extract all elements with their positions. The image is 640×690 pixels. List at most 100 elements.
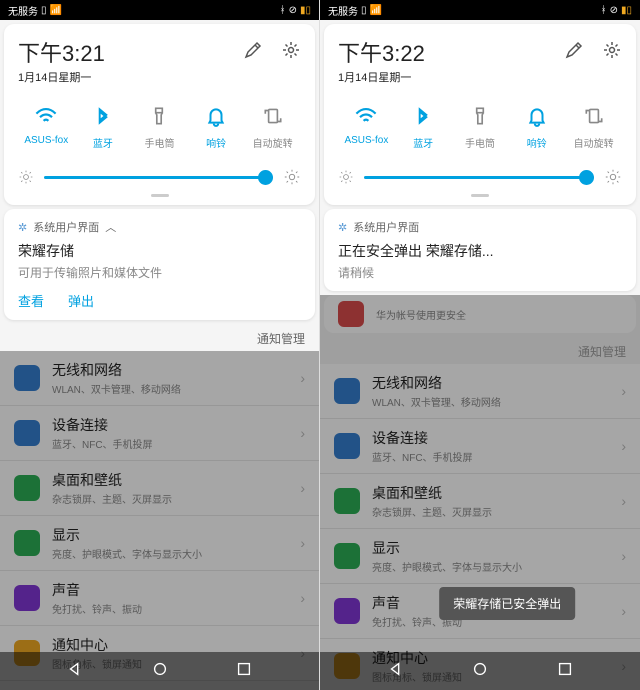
nav-home[interactable] — [471, 660, 489, 683]
notif-action-view[interactable]: 查看 — [18, 291, 44, 310]
settings-row-icon — [334, 378, 360, 404]
settings-row[interactable]: 桌面和壁纸 杂志锁屏、主题、灭屏显示 › — [320, 474, 640, 529]
nav-home[interactable] — [151, 660, 169, 683]
brightness-track[interactable] — [44, 176, 273, 179]
chevron-right-icon: › — [300, 480, 305, 496]
settings-row-title: 无线和网络 — [52, 360, 300, 380]
notif-app-name: 系统用户界面 — [33, 219, 99, 235]
toggle-flashlight[interactable]: 手电筒 — [131, 103, 188, 150]
notification-drawer: 下午3:21 1月14日星期一 ASUS-fox 蓝牙 手电筒 响铃 自动旋转 — [4, 24, 315, 205]
chevron-right-icon: › — [300, 590, 305, 606]
settings-icon[interactable] — [281, 40, 301, 65]
notif-app-name: 系统用户界面 — [353, 219, 419, 235]
edit-icon[interactable] — [243, 40, 263, 65]
brightness-thumb[interactable] — [579, 170, 594, 185]
status-service: 无服务 — [328, 3, 358, 18]
notification-card[interactable]: ✲ 系统用户界面 正在安全弹出 荣耀存储... 请稍候 — [324, 209, 636, 291]
toggle-flashlight[interactable]: 手电筒 — [452, 103, 509, 150]
notification-manager-link[interactable]: 通知管理 — [320, 337, 640, 364]
edit-icon[interactable] — [564, 40, 584, 65]
toggle-ring[interactable]: 响铃 — [188, 103, 245, 150]
toggle-wifi[interactable]: ASUS-fox — [338, 103, 395, 150]
notif-app-icon: ✲ — [338, 221, 347, 234]
settings-row-icon — [334, 598, 360, 624]
notification-card[interactable]: ✲ 系统用户界面 ︿ 荣耀存储 可用于传输照片和媒体文件 查看 弹出 — [4, 209, 315, 320]
clock-time: 下午3:21 — [18, 36, 105, 68]
brightness-high-icon — [283, 168, 301, 186]
navigation-bar — [320, 652, 640, 690]
chevron-right-icon: › — [300, 370, 305, 386]
settings-row[interactable]: 设备连接 蓝牙、NFC、手机投屏 › — [0, 406, 319, 461]
collapse-icon[interactable]: ︿ — [105, 219, 116, 235]
settings-row[interactable]: 桌面和壁纸 杂志锁屏、主题、灭屏显示 › — [0, 461, 319, 516]
settings-row-title: 声音 — [52, 580, 300, 600]
settings-row-title: 显示 — [52, 525, 300, 545]
notif-title: 正在安全弹出 荣耀存储... — [338, 241, 622, 261]
navigation-bar — [0, 652, 319, 690]
notif-action-eject[interactable]: 弹出 — [68, 291, 94, 310]
nav-back[interactable] — [66, 660, 84, 683]
notif-app-icon: ✲ — [18, 221, 27, 234]
clock-date: 1月14日星期一 — [18, 69, 105, 85]
toggle-rotate[interactable]: 自动旋转 — [565, 103, 622, 150]
settings-row[interactable]: 声音 免打扰、铃声、振动 › — [0, 571, 319, 626]
settings-row-title: 设备连接 — [372, 428, 621, 448]
toggle-bluetooth[interactable]: 蓝牙 — [75, 103, 132, 150]
notif-body: 请稍候 — [338, 264, 622, 281]
brightness-track[interactable] — [364, 176, 594, 179]
settings-row-sub: 亮度、护眼模式、字体与显示大小 — [372, 559, 621, 574]
settings-row-sub: WLAN、双卡管理、移动网络 — [372, 394, 621, 409]
settings-row-title: 无线和网络 — [372, 373, 621, 393]
nav-recent[interactable] — [235, 660, 253, 683]
settings-row-icon — [334, 543, 360, 569]
status-bar: 无服务▯📶 ᚼ⊘▮▯ — [0, 0, 319, 20]
settings-row-title: 桌面和壁纸 — [52, 470, 300, 490]
chevron-right-icon: › — [621, 438, 626, 454]
brightness-slider[interactable] — [18, 168, 301, 186]
chevron-right-icon: › — [621, 603, 626, 619]
notif-body: 可用于传输照片和媒体文件 — [18, 264, 301, 281]
toggle-wifi[interactable]: ASUS-fox — [18, 103, 75, 150]
brightness-slider[interactable] — [338, 168, 622, 186]
bt-status-icon: ᚼ — [601, 5, 607, 16]
settings-row-icon — [334, 433, 360, 459]
drawer-handle[interactable] — [151, 194, 169, 197]
settings-row-icon — [14, 475, 40, 501]
settings-row[interactable]: 无线和网络 WLAN、双卡管理、移动网络 › — [0, 351, 319, 406]
nav-back[interactable] — [387, 660, 405, 683]
settings-row[interactable]: 设备连接 蓝牙、NFC、手机投屏 › — [320, 419, 640, 474]
background-settings: 无线和网络 WLAN、双卡管理、移动网络 › 设备连接 蓝牙、NFC、手机投屏 … — [0, 351, 319, 690]
status-service: 无服务 — [8, 3, 38, 18]
settings-row-icon — [14, 420, 40, 446]
settings-row-icon — [14, 530, 40, 556]
wifi-status-icon: 📶 — [50, 5, 62, 16]
sim-icon: ▯ — [361, 5, 367, 16]
bt-status-icon: ᚼ — [280, 5, 286, 16]
quick-toggles: ASUS-fox 蓝牙 手电筒 响铃 自动旋转 — [18, 103, 301, 150]
chevron-right-icon: › — [300, 425, 305, 441]
settings-icon[interactable] — [602, 40, 622, 65]
settings-row-title: 设备连接 — [52, 415, 300, 435]
drawer-handle[interactable] — [471, 194, 489, 197]
settings-row[interactable]: 显示 亮度、护眼模式、字体与显示大小 › — [320, 529, 640, 584]
brightness-low-icon — [338, 169, 354, 185]
toggle-rotate[interactable]: 自动旋转 — [244, 103, 301, 150]
brightness-thumb[interactable] — [258, 170, 273, 185]
settings-row[interactable]: 显示 亮度、护眼模式、字体与显示大小 › — [0, 516, 319, 571]
notification-manager-link[interactable]: 通知管理 — [0, 324, 319, 351]
toggle-ring[interactable]: 响铃 — [508, 103, 565, 150]
settings-row[interactable]: 无线和网络 WLAN、双卡管理、移动网络 › — [320, 364, 640, 419]
chevron-right-icon: › — [621, 493, 626, 509]
dnd-status-icon: ⊘ — [610, 5, 618, 16]
status-bar: 无服务▯📶 ᚼ⊘▮▯ — [320, 0, 640, 20]
battery-status-icon: ▮▯ — [621, 5, 632, 16]
sim-icon: ▯ — [41, 5, 47, 16]
toast-message: 荣耀存储已安全弹出 — [439, 587, 575, 620]
settings-row-sub: 杂志锁屏、主题、灭屏显示 — [372, 504, 621, 519]
nav-recent[interactable] — [556, 660, 574, 683]
settings-row-icon — [334, 488, 360, 514]
settings-row-peek: 华为帐号使用更安全 — [324, 295, 636, 333]
phone-right: 无服务▯📶 ᚼ⊘▮▯ 下午3:22 1月14日星期一 ASUS-fox 蓝牙 手… — [320, 0, 640, 690]
toggle-bluetooth[interactable]: 蓝牙 — [395, 103, 452, 150]
chevron-right-icon: › — [621, 548, 626, 564]
